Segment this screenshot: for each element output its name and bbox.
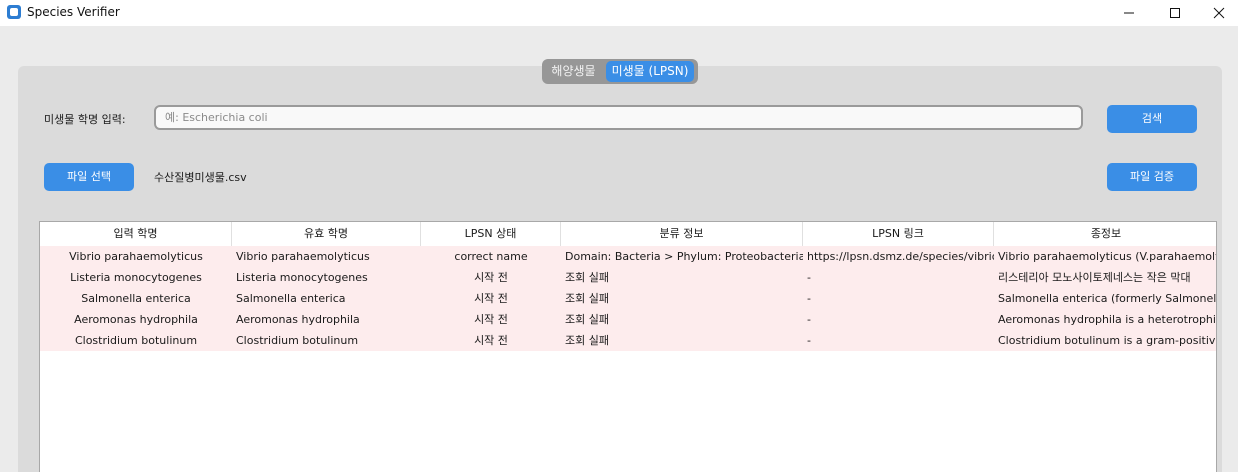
table-cell: Vibrio parahaemolyticus: [236, 250, 370, 263]
search-input[interactable]: [154, 105, 1083, 130]
column-header[interactable]: 분류 정보: [561, 222, 803, 246]
table-cell: 조회 실패: [565, 334, 609, 347]
table-row[interactable]: Vibrio parahaemolyticus Vibrio parahaemol…: [40, 246, 1217, 267]
table-cell: Listeria monocytogenes: [236, 271, 368, 284]
column-header[interactable]: 종정보: [994, 222, 1216, 246]
table-row[interactable]: Salmonella enterica Salmonella enterica 시작…: [40, 288, 1217, 309]
table-cell: Clostridium botulinum: [236, 334, 359, 347]
column-header[interactable]: LPSN 상태: [421, 222, 561, 246]
maximize-button[interactable]: [1152, 0, 1198, 26]
table-cell: -: [807, 334, 811, 347]
table-cell: -: [807, 271, 811, 284]
table-cell: -: [807, 313, 811, 326]
table-cell: Vibrio parahaemolyticus: [69, 250, 203, 263]
table-cell: Listeria monocytogenes: [70, 271, 202, 284]
table-cell: Vibrio parahaemolyticus (V.parahaemolyti: [998, 250, 1217, 263]
tab-microbe-lpsn[interactable]: 미생물 (LPSN): [606, 61, 694, 82]
table-cell: 시작 전: [474, 334, 508, 347]
mode-tabs: 해양생물 미생물 (LPSN): [542, 59, 698, 84]
table-cell: Aeromonas hydrophila: [236, 313, 360, 326]
table-row[interactable]: Clostridium botulinum Clostridium botulin…: [40, 330, 1217, 351]
window-title: Species Verifier: [27, 5, 120, 19]
table-cell: 시작 전: [474, 271, 508, 284]
tab-marine[interactable]: 해양생물: [544, 61, 603, 82]
file-verify-button[interactable]: 파일 검증: [1107, 163, 1197, 191]
table-cell: Domain: Bacteria > Phylum: Proteobacteri…: [565, 250, 803, 263]
table-cell: 시작 전: [474, 313, 508, 326]
column-header[interactable]: LPSN 링크: [803, 222, 994, 246]
table-row[interactable]: Listeria monocytogenes Listeria monocytog…: [40, 267, 1216, 288]
table-cell: Salmonella enterica: [81, 292, 191, 305]
table-cell: Clostridium botulinum is a gram-positive…: [998, 334, 1217, 347]
table-header: 입력 학명 유효 학명 LPSN 상태 분류 정보 LPSN 링크 종정보: [40, 222, 1216, 246]
title-bar: Species Verifier: [0, 0, 1238, 26]
table-cell: Aeromonas hydrophila is a heterotrophic,: [998, 313, 1217, 326]
results-table: 입력 학명 유효 학명 LPSN 상태 분류 정보 LPSN 링크 종정보 Vi…: [39, 221, 1217, 472]
table-cell: Clostridium botulinum: [74, 334, 198, 347]
table-cell: -: [807, 292, 811, 305]
table-cell: Salmonella enterica: [236, 292, 346, 305]
column-header[interactable]: 유효 학명: [232, 222, 421, 246]
file-select-button[interactable]: 파일 선택: [44, 163, 134, 191]
table-cell: correct name: [454, 250, 528, 263]
maximize-icon: [1170, 8, 1180, 18]
table-cell: 리스테리아 모노사이토제네스는 작은 막대: [998, 271, 1191, 284]
close-button[interactable]: [1196, 0, 1238, 26]
close-icon: [1213, 7, 1225, 19]
minimize-button[interactable]: [1106, 0, 1152, 26]
table-cell: 조회 실패: [565, 292, 609, 305]
selected-file-name: 수산질병미생물.csv: [154, 171, 247, 184]
table-cell: 조회 실패: [565, 313, 609, 326]
table-cell: 조회 실패: [565, 271, 609, 284]
table-cell: Aeromonas hydrophila: [74, 313, 198, 326]
minimize-icon: [1124, 12, 1134, 14]
search-button[interactable]: 검색: [1107, 105, 1197, 133]
app-icon: [7, 5, 21, 19]
search-label: 미생물 학명 입력:: [44, 113, 126, 126]
table-row[interactable]: Aeromonas hydrophila Aeromonas hydrophila…: [40, 309, 1217, 330]
table-cell: Salmonella enterica (formerly Salmonella…: [998, 292, 1217, 305]
table-cell: https://lpsn.dsmz.de/species/vibrio-p: [807, 250, 994, 263]
table-cell: 시작 전: [474, 292, 508, 305]
column-header[interactable]: 입력 학명: [40, 222, 232, 246]
